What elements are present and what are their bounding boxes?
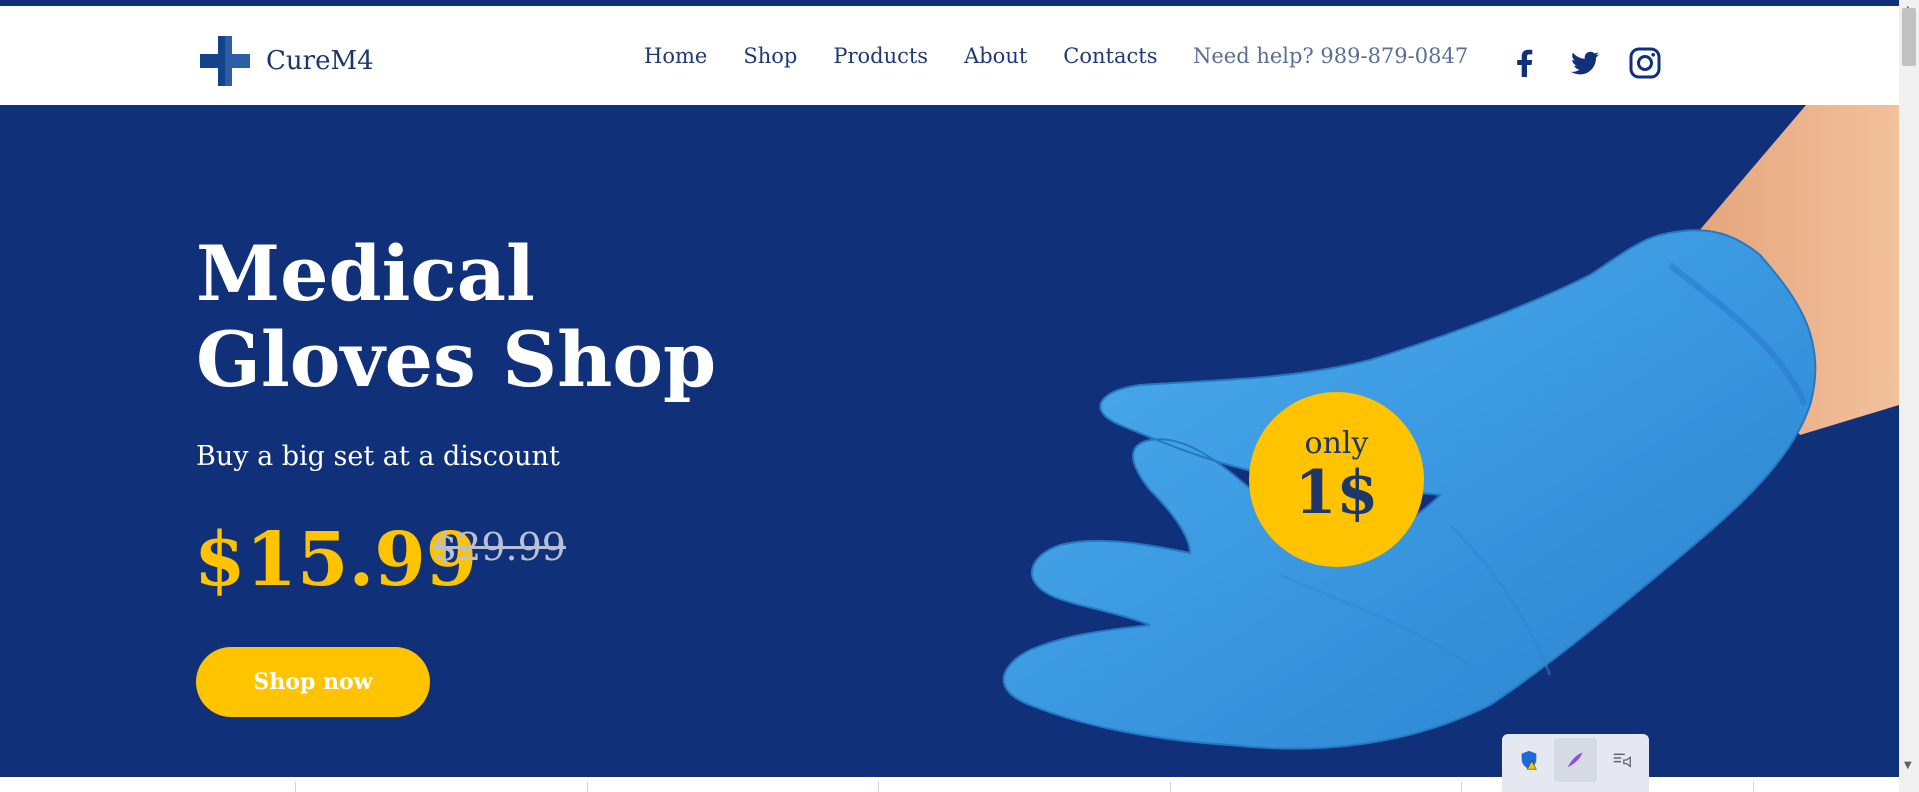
scroll-down-arrow-icon[interactable]: ▼ — [1904, 760, 1912, 771]
hero-subtitle: Buy a big set at a discount — [196, 441, 560, 472]
price-badge: only 1$ — [1249, 392, 1424, 567]
scrollbar-thumb[interactable] — [1902, 8, 1916, 66]
brand-name: CureM4 — [266, 46, 374, 76]
page-scrollbar[interactable]: ▲ ▼ — [1899, 0, 1919, 792]
hero-title-line-1: Medical — [196, 229, 535, 318]
divider-tick — [1170, 782, 1171, 792]
shop-now-button[interactable]: Shop now — [196, 647, 430, 717]
nav-products[interactable]: Products — [833, 44, 928, 68]
divider-tick — [295, 782, 296, 792]
feather-icon[interactable] — [1554, 738, 1597, 782]
divider-tick — [1753, 782, 1754, 792]
site-header: CureM4 Home Shop Products About Contacts… — [0, 6, 1899, 105]
hero-banner: Medical Gloves Shop Buy a big set at a d… — [0, 105, 1899, 777]
system-tray-popup — [1502, 734, 1649, 792]
list-speaker-icon[interactable] — [1601, 738, 1643, 782]
badge-top-text: only — [1304, 426, 1369, 461]
divider-tick — [878, 782, 879, 792]
old-price: $29.99 — [433, 525, 566, 569]
nav-shop[interactable]: Shop — [743, 44, 797, 68]
social-links — [1508, 46, 1662, 80]
divider-tick — [587, 782, 588, 792]
nav-home[interactable]: Home — [644, 44, 707, 68]
help-phone[interactable]: Need help? 989-879-0847 — [1193, 44, 1468, 68]
hero-title: Medical Gloves Shop — [196, 231, 716, 403]
instagram-icon[interactable] — [1628, 46, 1662, 80]
medical-cross-icon — [200, 36, 250, 86]
nav-about[interactable]: About — [964, 44, 1027, 68]
badge-main-text: 1$ — [1294, 458, 1379, 528]
brand-logo[interactable]: CureM4 — [196, 32, 374, 90]
hero-title-line-2: Gloves Shop — [196, 315, 717, 404]
nav-contacts[interactable]: Contacts — [1063, 44, 1157, 68]
facebook-icon[interactable] — [1508, 46, 1542, 80]
shield-warning-icon[interactable] — [1508, 738, 1550, 782]
main-nav: Home Shop Products About Contacts — [644, 44, 1157, 68]
divider-tick — [1461, 782, 1462, 792]
twitter-icon[interactable] — [1568, 46, 1602, 80]
